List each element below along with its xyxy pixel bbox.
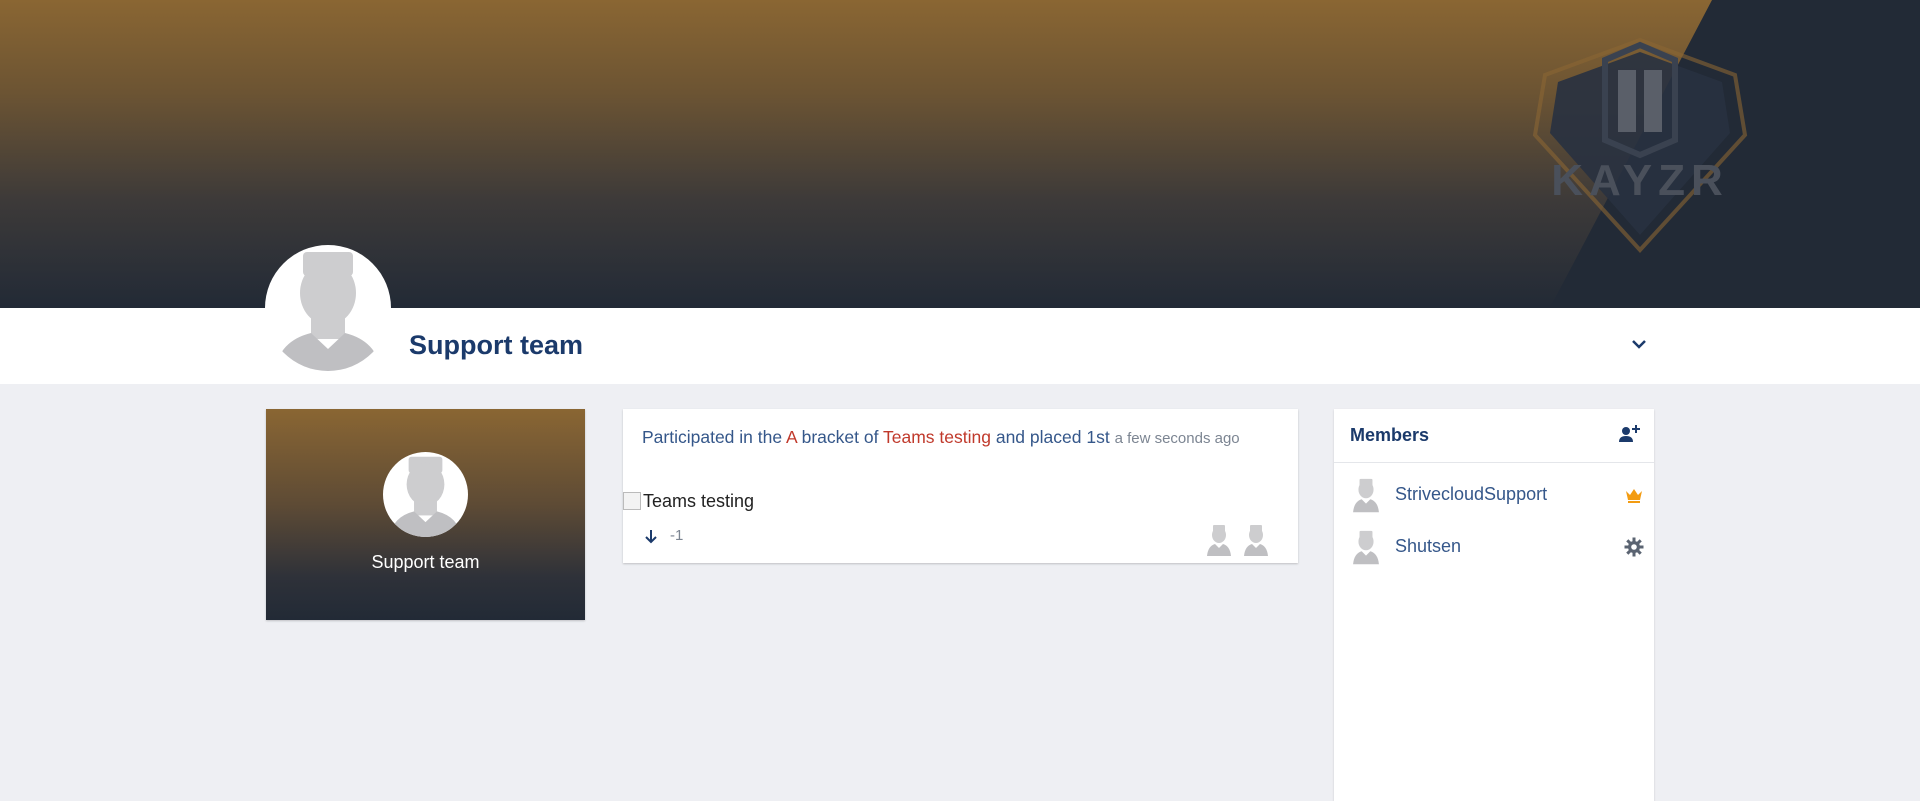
broken-image-icon [623,492,641,510]
team-card-avatar [383,452,468,537]
activity-suffix: and placed 1st [995,427,1110,447]
member-row[interactable]: Shutsen [1334,525,1654,569]
bracket-link[interactable]: A [786,427,797,447]
members-title: Members [1350,425,1430,445]
member-name[interactable]: StrivecloudSupport [1395,484,1547,505]
member-avatar-icon [1353,530,1379,565]
default-avatar-icon [275,252,381,371]
activity-timestamp: a few seconds ago [1114,430,1240,447]
member-avatar-icon [1353,478,1379,513]
gear-icon[interactable] [1624,537,1644,557]
svg-text:KAYZR: KAYZR [1551,156,1729,205]
chevron-down-icon[interactable] [1628,333,1650,355]
activity-prefix: Participated in the [642,427,783,447]
team-card-name: Support team [371,552,480,572]
member-name[interactable]: Shutsen [1395,536,1461,557]
team-title: Support team [409,330,584,360]
team-card[interactable]: Support team [266,409,585,620]
kayzr-logo: KAYZR [1532,37,1748,253]
vote-count: -1 [670,527,684,544]
add-member-icon[interactable] [1618,423,1640,445]
member-row[interactable]: StrivecloudSupport [1334,473,1654,517]
default-avatar-icon [389,456,462,537]
tournament-image-alt: Teams testing [643,490,755,511]
tournament-image[interactable]: Teams testing [623,491,754,511]
participant-avatar-icon[interactable] [1243,524,1269,556]
team-avatar [265,245,391,371]
activity-middle: bracket of [801,427,879,447]
arrow-down-icon[interactable] [644,528,658,544]
activity-card: Participated in the A bracket of Teams t… [623,409,1298,563]
members-divider [1334,462,1654,463]
tournament-link[interactable]: Teams testing [883,427,991,447]
participant-avatar-icon[interactable] [1206,524,1232,556]
members-panel: Members StrivecloudSupport Shutsen [1334,409,1654,801]
activity-text: Participated in the A bracket of Teams t… [642,423,1262,453]
crown-icon [1626,489,1642,503]
vote-control: -1 [644,527,683,544]
